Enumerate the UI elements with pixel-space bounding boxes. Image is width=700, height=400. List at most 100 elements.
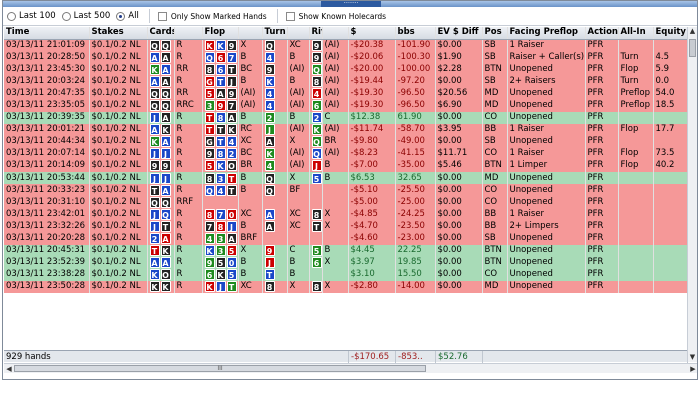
table-row[interactable]: 03/13/11 20:14:09 $0.1/0.2 NL 9 9 R 5 K O BR 4 (AI…: [4, 159, 689, 173]
column-header-4[interactable]: Flop: [202, 27, 239, 40]
column-header-2[interactable]: Cards: [147, 27, 175, 40]
card-group: Q: [311, 63, 321, 75]
table-row[interactable]: 03/13/11 23:32:26 $0.1/0.2 NL J T R 7 8 J B A XC T X…: [4, 220, 689, 233]
position-cell: BTN: [482, 159, 508, 173]
playing-card: J: [160, 148, 171, 160]
playing-card: T: [149, 184, 160, 196]
table-row[interactable]: 03/13/11 20:33:23 $0.1/0.2 NL T A R Q 4 T B Q BF -$…: [4, 184, 689, 197]
card-group: 6: [311, 100, 321, 112]
horizontal-scroll-thumb[interactable]: III: [14, 365, 426, 372]
column-header-7[interactable]: [287, 27, 310, 40]
equity-cell: 54.0: [653, 87, 689, 100]
preflop-action-cell: RR: [174, 63, 203, 76]
table-row[interactable]: 03/13/11 20:53:44 $0.1/0.2 NL J J R 8 3 T B Q X 5 B $…: [4, 172, 689, 185]
table-row[interactable]: 03/13/11 23:35:05 $0.1/0.2 NL Q Q RRC 3 9 7 (AI)…: [4, 99, 689, 112]
table-row[interactable]: 03/13/11 23:52:39 $0.1/0.2 NL A A R 9 5 0 B J B 6 X $…: [4, 256, 689, 269]
table-row[interactable]: 03/13/11 23:38:28 $0.1/0.2 NL K O R 6 K 5 B T B $3.…: [4, 268, 689, 281]
radio-last-100[interactable]: [7, 11, 16, 21]
column-header-12[interactable]: EV $ Diff: [435, 27, 483, 40]
table-row[interactable]: 03/13/11 23:42:01 $0.1/0.2 NL J Q R 8 7 0 XC A XC 8…: [4, 208, 689, 221]
cards-cell: Q: [262, 184, 288, 197]
table-row[interactable]: 03/13/11 20:03:24 $0.1/0.2 NL A A R G T J B K B 8 (A…: [4, 75, 689, 88]
column-header-9[interactable]: [322, 27, 349, 40]
card-group: A: [264, 220, 275, 232]
table-row[interactable]: 03/13/11 20:31:10 $0.1/0.2 NL Q Q RRF -$5.00-…: [4, 196, 689, 209]
scroll-up-icon[interactable]: ▲: [688, 27, 697, 36]
card-group: 2: [311, 112, 321, 124]
stakes-cell: $0.1/0.2 NL: [89, 220, 148, 233]
table-row[interactable]: 03/13/11 23:50:28 $0.1/0.2 NL K K R K J T XC 8 X 8 X…: [4, 280, 689, 293]
column-header-10[interactable]: $: [348, 27, 396, 40]
grip-handle[interactable]: ········: [321, 1, 381, 7]
table-row[interactable]: 03/13/11 20:45:31 $0.1/0.2 NL T K R K 3 5 X 9 C 5 B $…: [4, 244, 689, 257]
card-group: KJT: [204, 281, 237, 293]
radio-last-500[interactable]: [61, 11, 71, 21]
turn-action-cell: (AI): [287, 123, 310, 136]
table-row[interactable]: 03/13/11 20:07:14 $0.1/0.2 NL J J R 9 8 2 BC K (AI…: [4, 147, 689, 160]
net-usd-cell: -$5.10: [348, 184, 396, 197]
radio-all[interactable]: [116, 11, 126, 21]
table-row[interactable]: 03/13/11 23:45:30 $0.1/0.2 NL K A RR 8 6 T BC 9 (A…: [4, 63, 689, 76]
column-header-6[interactable]: Turn: [262, 27, 288, 40]
vertical-scrollbar[interactable]: ▲ ▼: [687, 27, 697, 362]
all-in-cell: Flop: [618, 123, 654, 136]
cards-cell: Q: [262, 172, 288, 185]
preflop-action-cell: R: [174, 39, 203, 52]
cards-cell: 78J: [202, 220, 239, 233]
checkbox-known-holecards[interactable]: [285, 11, 295, 21]
column-header-8[interactable]: River: [309, 27, 323, 40]
column-header-17[interactable]: Equity: [653, 27, 689, 40]
checkbox-marked-hands[interactable]: [157, 11, 167, 21]
table-row[interactable]: 03/13/11 20:47:35 $0.1/0.2 NL Q Q RR 5 A 9 (AI) 4…: [4, 87, 689, 100]
playing-card: 4: [264, 87, 275, 99]
scroll-left-icon[interactable]: ◀: [4, 364, 14, 374]
column-header-5[interactable]: [238, 27, 263, 40]
preflop-action-cell: R: [174, 75, 203, 88]
preflop-action-cell: R: [174, 208, 203, 221]
column-header-16[interactable]: All-In: [618, 27, 654, 40]
filter-divider: [148, 9, 150, 23]
filter-known-holecards[interactable]: Show Known Holecards: [285, 11, 386, 21]
flop-action-cell: BRF: [238, 232, 263, 245]
playing-card: O: [226, 160, 237, 172]
table-row[interactable]: 03/13/11 21:01:09 $0.1/0.2 NL Q Q R K K 9 X Q XC 9(…: [4, 39, 689, 52]
table-row[interactable]: 03/13/11 20:20:28 $0.1/0.2 NL 2 A R 4 3 A BRF -$4…: [4, 232, 689, 245]
preflop-action-cell: R: [174, 51, 203, 64]
playing-card: J: [226, 75, 237, 87]
vertical-scroll-thumb[interactable]: [689, 39, 696, 57]
card-group: Q: [264, 39, 275, 51]
net-bbs-cell: -96.50: [395, 87, 436, 100]
ev-diff-cell: $0.00: [435, 220, 483, 233]
filter-marked-hands[interactable]: Only Show Marked Hands: [157, 11, 267, 21]
all-in-cell: [618, 268, 654, 281]
table-row[interactable]: 03/13/11 20:44:34 $0.1/0.2 NL K A R G T 4 XC A X Q B…: [4, 135, 689, 148]
filter-all[interactable]: All: [116, 11, 139, 21]
column-header-0[interactable]: Time: [4, 27, 90, 40]
cards-cell: 8: [262, 280, 288, 293]
column-header-11[interactable]: bbs: [395, 27, 436, 40]
table-row[interactable]: 03/13/11 20:39:35 $0.1/0.2 NL J A R T 8 A B 2 B 2 C $…: [4, 111, 689, 124]
cards-cell: [309, 268, 323, 281]
scroll-right-icon[interactable]: ▶: [688, 364, 697, 374]
scroll-down-icon[interactable]: ▼: [688, 353, 697, 362]
column-header-13[interactable]: Pos: [482, 27, 508, 40]
net-bbs-cell: -49.00: [395, 135, 436, 148]
position-cell: SB: [482, 39, 508, 52]
column-header-15[interactable]: Action: [585, 27, 619, 40]
cards-cell: [309, 184, 323, 197]
playing-card: K: [160, 245, 171, 257]
summary-total-usd: -$170.65: [349, 351, 396, 363]
filter-last-100[interactable]: Last 100: [7, 11, 56, 21]
playing-card: A: [160, 184, 171, 196]
column-header-3[interactable]: [174, 27, 203, 40]
column-header-14[interactable]: Facing Preflop: [507, 27, 586, 40]
table-row[interactable]: 03/13/11 20:28:50 $0.1/0.2 NL A A R Q 6 7 B 4 B 9 (A…: [4, 51, 689, 64]
horizontal-scrollbar[interactable]: ◀ III ▶: [4, 363, 697, 374]
cards-cell: 870: [202, 208, 239, 221]
position-cell: SB: [482, 51, 508, 64]
filter-last-500[interactable]: Last 500: [61, 11, 110, 21]
panel-resize-grip[interactable]: ········: [3, 1, 697, 7]
column-header-1[interactable]: Stakes: [89, 27, 148, 40]
net-usd-cell: -$4.85: [348, 208, 396, 221]
table-row[interactable]: 03/13/11 20:01:21 $0.1/0.2 NL A K R T T K RC J (AI…: [4, 123, 689, 136]
